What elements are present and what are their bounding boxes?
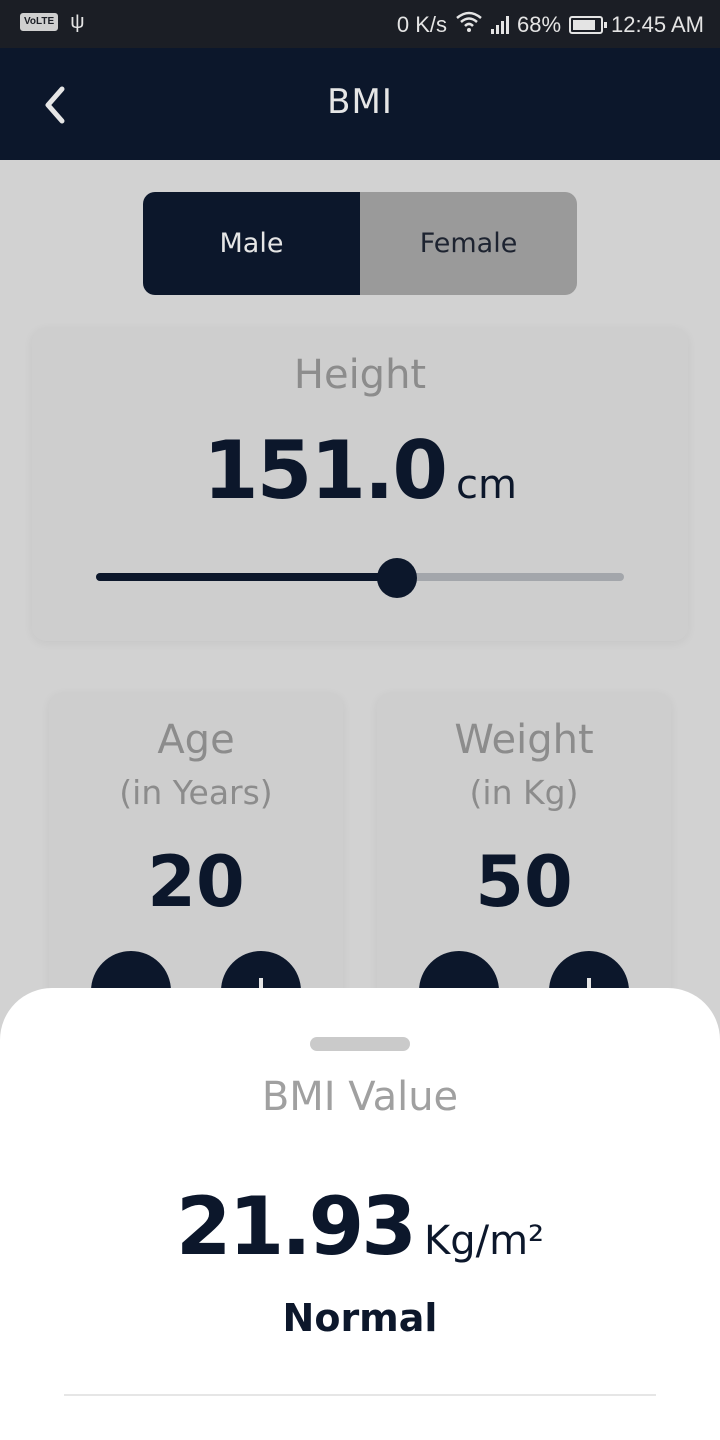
- height-card: Height 151.0 cm: [32, 328, 688, 641]
- net-speed: 0 K/s: [396, 12, 447, 37]
- weight-sub-label: (in Kg): [469, 773, 579, 812]
- status-right: 0 K/s 68% 12:45 AM: [397, 11, 704, 39]
- age-label: Age: [157, 717, 235, 763]
- slider-thumb[interactable]: [376, 558, 417, 598]
- sheet-drag-handle[interactable]: [310, 1037, 410, 1051]
- bmi-result-title: BMI Value: [261, 1074, 459, 1120]
- gender-option-female[interactable]: Female: [360, 192, 577, 295]
- bmi-value: 21.93: [175, 1180, 417, 1273]
- slider-fill: [96, 573, 397, 581]
- status-bar: VoLTE ψ 0 K/s 68% 12:45 AM: [0, 0, 720, 48]
- bmi-value-row: 21.93 Kg/m²: [0, 1180, 720, 1273]
- height-slider[interactable]: [96, 558, 624, 598]
- bmi-unit: Kg/m²: [423, 1218, 545, 1264]
- age-sub-label: (in Years): [119, 773, 273, 812]
- gender-option-male[interactable]: Male: [143, 192, 360, 295]
- status-left: VoLTE ψ: [20, 12, 84, 32]
- height-value: 151.0: [202, 424, 448, 517]
- battery-icon: [569, 16, 608, 34]
- battery-percent: 68%: [517, 12, 562, 37]
- wifi-icon: [455, 11, 483, 39]
- bmi-status: Normal: [282, 1296, 438, 1340]
- signal-icon: [491, 16, 509, 34]
- page-title: BMI: [327, 82, 393, 122]
- gender-toggle: Male Female: [143, 192, 577, 295]
- age-value: 20: [147, 841, 245, 923]
- volte-badge: VoLTE: [20, 13, 59, 31]
- height-value-row: 151.0 cm: [32, 424, 688, 517]
- usb-icon: ψ: [70, 11, 85, 33]
- app-bar: BMI: [0, 48, 720, 160]
- height-label: Height: [293, 352, 427, 398]
- weight-label: Weight: [454, 717, 594, 763]
- height-unit: cm: [456, 462, 517, 508]
- divider: [64, 1394, 656, 1396]
- bmi-result-sheet: BMI Value 21.93 Kg/m² Normal: [0, 988, 720, 1440]
- weight-value: 50: [475, 841, 573, 923]
- clock: 12:45 AM: [611, 12, 704, 37]
